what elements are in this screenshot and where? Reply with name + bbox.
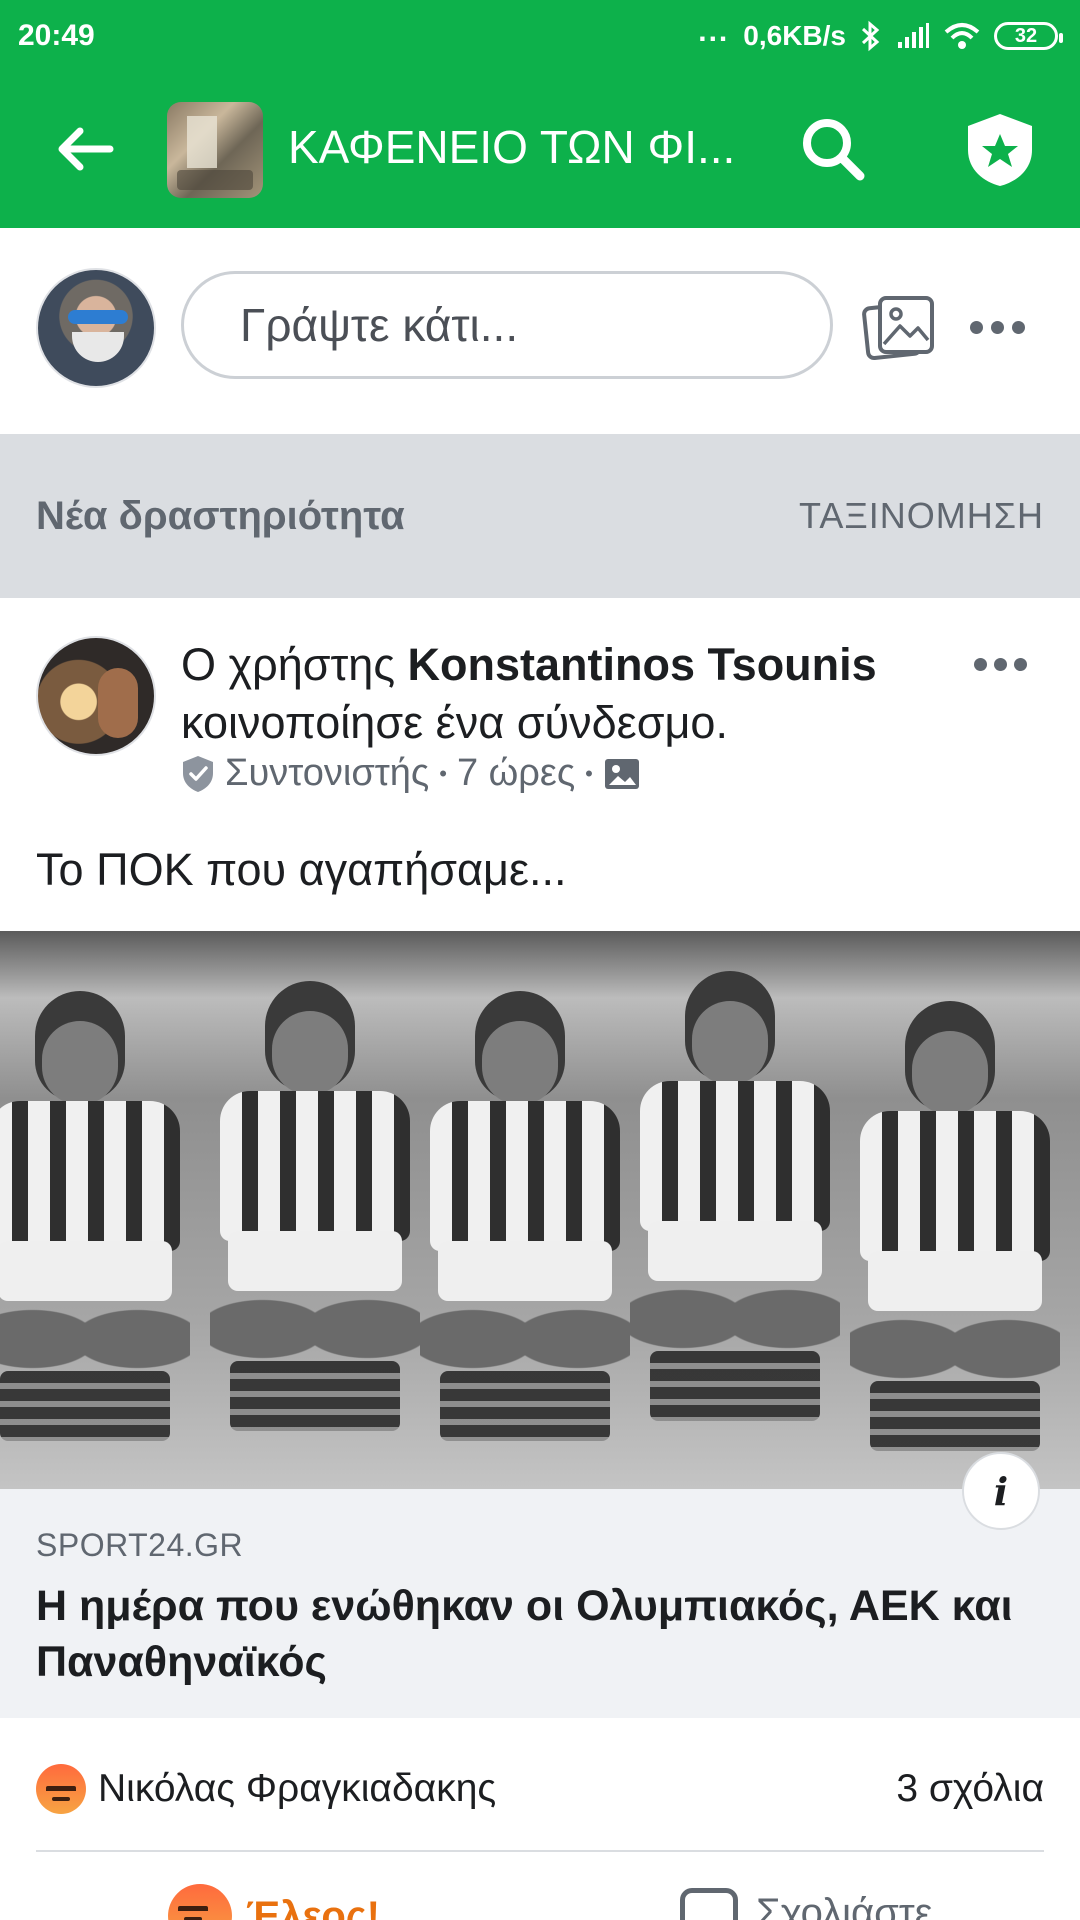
more-dot bbox=[1014, 657, 1027, 671]
net-speed: 0,6KB/s bbox=[743, 20, 846, 51]
photo-player bbox=[0, 991, 190, 1461]
photo-icon[interactable] bbox=[862, 294, 938, 360]
photo-player bbox=[850, 1001, 1060, 1471]
link-title: Η ημέρα που ενώθηκαν οι Ολυμπιακός, ΑΕΚ … bbox=[36, 1582, 1013, 1686]
post-message: Το ΠΟΚ που αγαπήσαμε... bbox=[36, 844, 567, 895]
battery-icon: 32 bbox=[994, 22, 1063, 50]
photo-player bbox=[630, 971, 840, 1441]
battery-level: 32 bbox=[1014, 24, 1038, 47]
headline-action: κοινοποίησε ένα σύνδεσμο. bbox=[181, 697, 728, 748]
reactor-name: Νικόλας Φραγκιαδακης bbox=[98, 1767, 497, 1810]
reactions-left[interactable]: Νικόλας Φραγκιαδακης bbox=[36, 1764, 496, 1814]
reaction-label: Έλεος! bbox=[246, 1893, 380, 1920]
post-time[interactable]: 7 ώρες bbox=[457, 752, 575, 795]
status-time: 20:49 bbox=[18, 19, 95, 52]
post-headline: Ο χρήστης Konstantinos Tsounis κοινοποίη… bbox=[181, 636, 941, 752]
link-domain: SPORT24.GR bbox=[36, 1527, 244, 1563]
info-icon[interactable]: i bbox=[962, 1452, 1040, 1530]
search-icon[interactable] bbox=[800, 116, 866, 182]
signal-icon bbox=[898, 23, 929, 48]
group-title[interactable]: ΚΑΦΕΝΕΙΟ ΤΩΝ ΦΙ... bbox=[288, 120, 758, 174]
reactions-summary: Νικόλας Φραγκιαδακης 3 σχόλια bbox=[36, 1754, 1044, 1824]
more-dot bbox=[994, 657, 1007, 671]
status-icons: ... 0,6KB/s 32 bbox=[698, 15, 1063, 52]
meta-separator: • bbox=[585, 760, 593, 786]
post-actions: Έλεος! Σχολιάστε bbox=[0, 1854, 1080, 1920]
author-role: Συντονιστής bbox=[225, 752, 430, 794]
info-glyph: i bbox=[993, 1468, 1009, 1514]
moderator-shield-icon bbox=[183, 755, 213, 792]
reaction-button[interactable]: Έλεος! bbox=[168, 1884, 380, 1920]
feed-post: Ο χρήστης Konstantinos Tsounis κοινοποίη… bbox=[0, 598, 1080, 1920]
comments-count[interactable]: 3 σχόλια bbox=[896, 1767, 1044, 1811]
sort-button[interactable]: ΤΑΞΙΝΟΜΗΣΗ bbox=[799, 495, 1044, 537]
bluetooth-icon bbox=[861, 20, 880, 52]
angry-reaction-icon bbox=[36, 1764, 86, 1814]
post-meta: Συντονιστής • 7 ώρες • bbox=[181, 752, 641, 795]
write-something-input[interactable]: Γράψτε κάτι... bbox=[181, 271, 833, 379]
more-dot bbox=[970, 320, 983, 334]
status-bar: 20:49 ... 0,6KB/s 32 bbox=[0, 0, 1080, 72]
more-dot bbox=[974, 657, 987, 671]
author-name[interactable]: Konstantinos Tsounis bbox=[408, 639, 877, 690]
link-preview-card[interactable]: SPORT24.GR Η ημέρα που ενώθηκαν οι Ολυμπ… bbox=[0, 1489, 1080, 1718]
post-composer: Γράψτε κάτι... bbox=[0, 228, 1080, 434]
current-user-avatar[interactable] bbox=[36, 268, 156, 388]
post-options-button[interactable] bbox=[974, 654, 1030, 674]
group-cover-thumbnail[interactable] bbox=[167, 102, 263, 198]
back-arrow-icon[interactable] bbox=[54, 124, 114, 174]
admin-badge-icon[interactable] bbox=[964, 112, 1036, 188]
photo-player bbox=[210, 981, 420, 1451]
angry-reaction-icon bbox=[168, 1884, 232, 1920]
group-privacy-icon bbox=[604, 758, 639, 789]
headline-prefix: Ο χρήστης bbox=[181, 639, 408, 690]
notification-dots: ... bbox=[698, 15, 730, 48]
comment-button[interactable]: Σχολιάστε bbox=[680, 1888, 932, 1920]
photo-player bbox=[420, 991, 630, 1461]
author-avatar[interactable] bbox=[36, 636, 156, 756]
meta-separator: • bbox=[439, 760, 447, 786]
section-title: Νέα δραστηριότητα bbox=[36, 493, 405, 538]
action-divider bbox=[36, 1850, 1044, 1852]
wifi-icon bbox=[944, 23, 980, 49]
more-dot bbox=[1012, 320, 1025, 334]
comment-icon bbox=[680, 1888, 738, 1920]
app-bar: ΚΑΦΕΝΕΙΟ ΤΩΝ ΦΙ... bbox=[0, 72, 1080, 228]
link-preview-image[interactable] bbox=[0, 931, 1080, 1489]
comment-label: Σχολιάστε bbox=[756, 1890, 933, 1920]
feed-section-header: Νέα δραστηριότητα ΤΑΞΙΝΟΜΗΣΗ bbox=[0, 434, 1080, 598]
more-dot bbox=[991, 320, 1004, 334]
composer-more-button[interactable] bbox=[970, 312, 1030, 342]
composer-placeholder: Γράψτε κάτι... bbox=[240, 299, 519, 351]
